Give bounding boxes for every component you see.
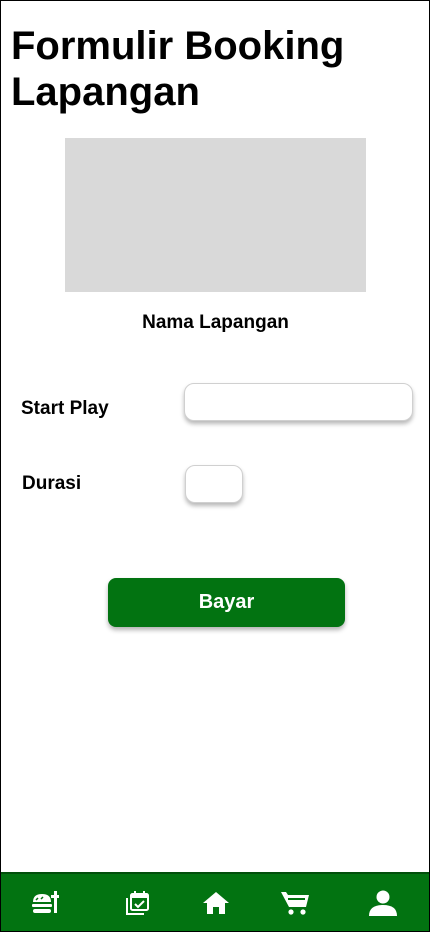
cart-icon: [280, 889, 310, 917]
venue-name: Nama Lapangan: [142, 312, 289, 333]
nav-item-home[interactable]: [199, 888, 233, 918]
user-icon: [367, 889, 399, 917]
durasi-input[interactable]: [185, 465, 243, 503]
home-icon: [202, 890, 230, 916]
nav-item-food[interactable]: [28, 888, 62, 918]
durasi-label: Durasi: [22, 473, 82, 494]
calendar-check-icon: [124, 890, 152, 916]
start-play-input[interactable]: [184, 383, 413, 421]
start-play-label: Start Play: [21, 398, 109, 419]
bottom-nav: [1, 872, 429, 931]
page-title: Formulir Booking Lapangan: [11, 24, 345, 114]
app-screen: Formulir Booking Lapangan Nama Lapangan …: [0, 0, 430, 932]
food-icon: [30, 889, 60, 917]
nav-item-schedule[interactable]: [121, 888, 155, 918]
nav-item-cart[interactable]: [278, 888, 312, 918]
nav-item-profile[interactable]: [366, 888, 400, 918]
pay-button[interactable]: Bayar: [108, 578, 345, 627]
venue-image-placeholder: [65, 138, 366, 292]
